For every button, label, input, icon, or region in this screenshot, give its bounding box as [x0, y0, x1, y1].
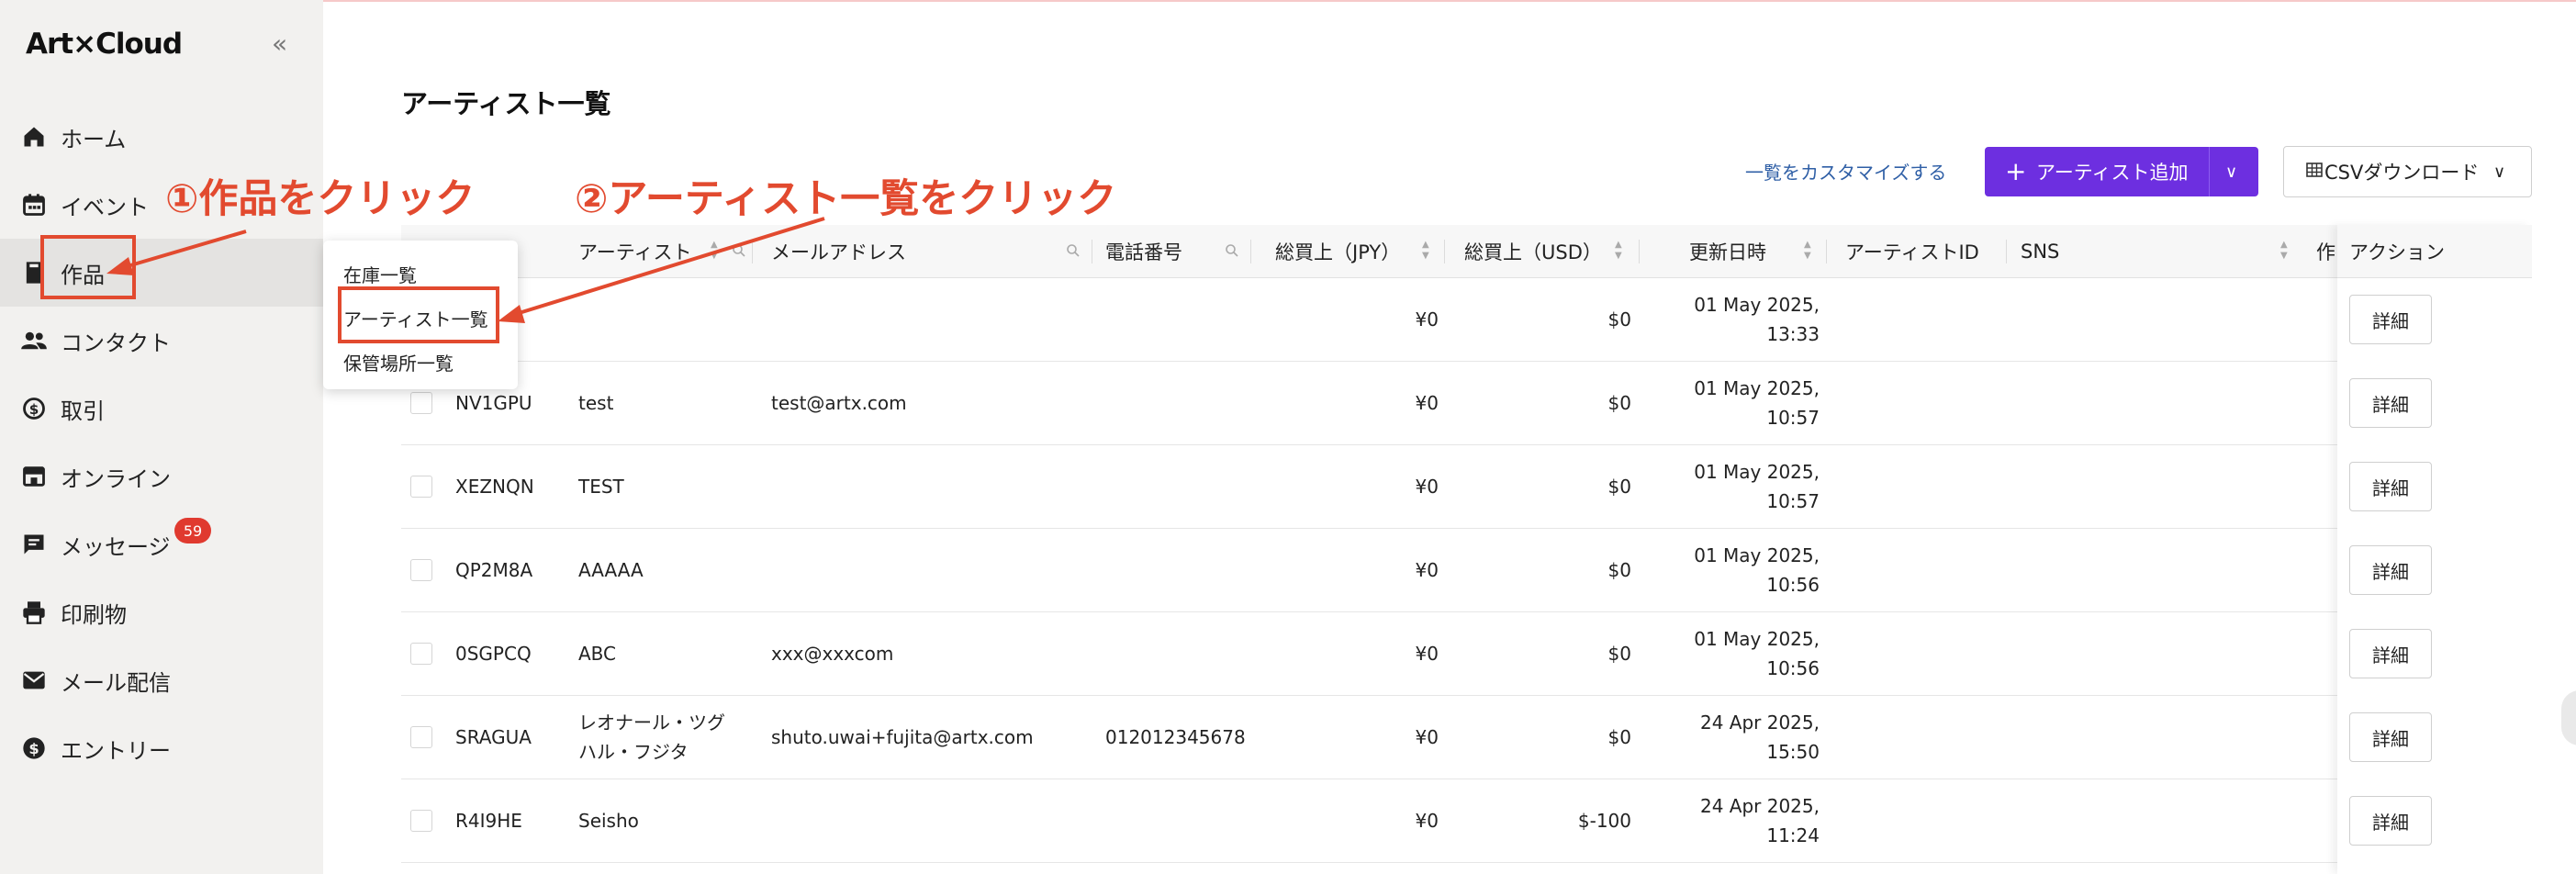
- arrowhead: [498, 305, 525, 323]
- arrowhead: [106, 257, 134, 275]
- side-tab: [2561, 690, 2576, 745]
- annotation-arrows: [106, 217, 825, 323]
